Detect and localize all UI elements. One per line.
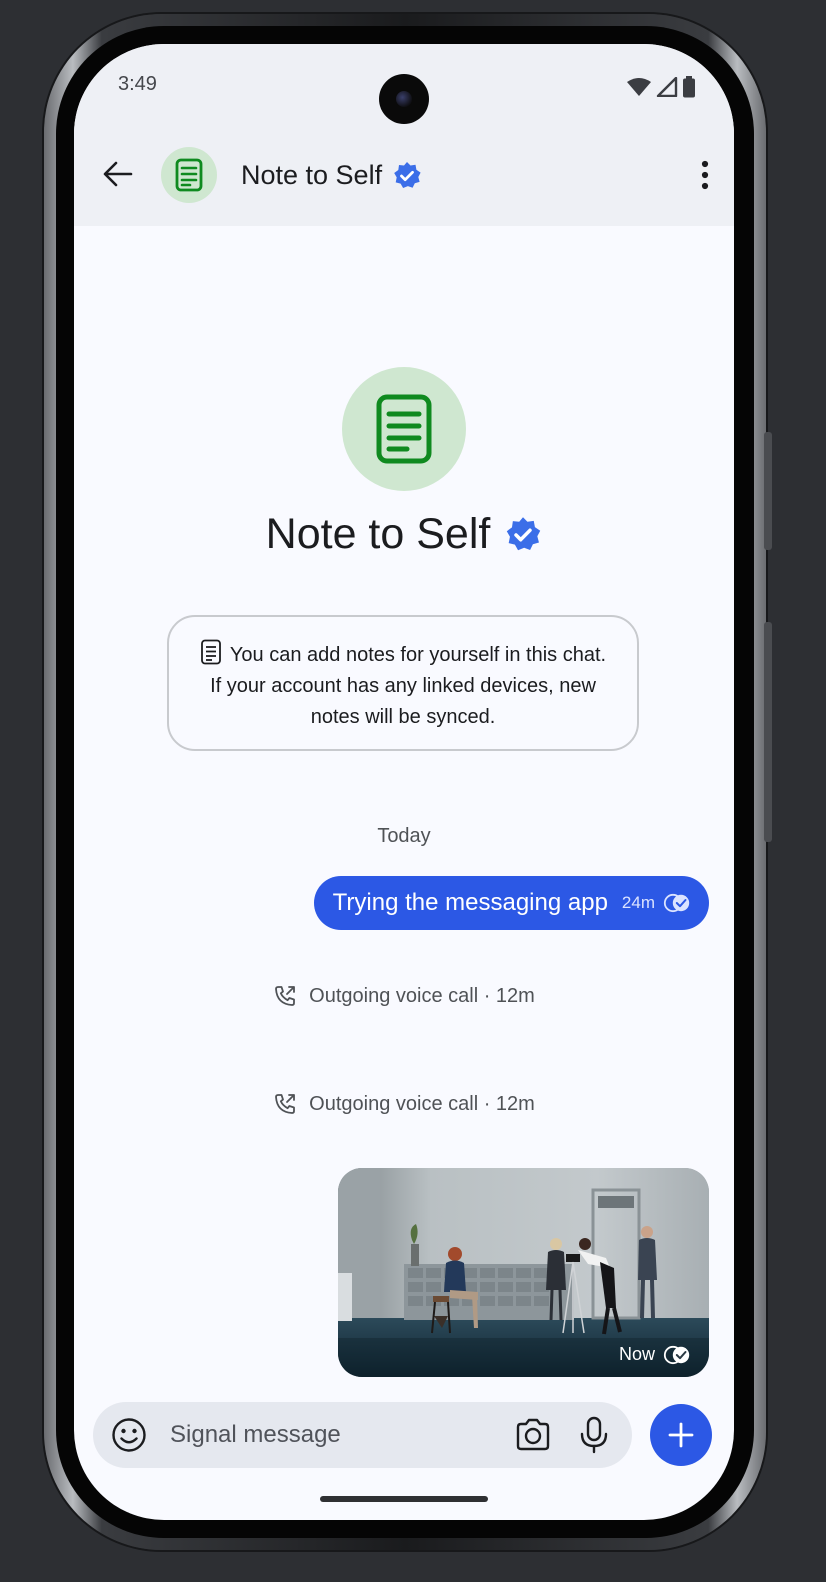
add-attachment-button[interactable] — [650, 1404, 712, 1466]
screen: 3:49 Note to Self Note to Self You can a… — [74, 44, 734, 1520]
delivered-receipt-icon — [663, 1345, 690, 1364]
outgoing-call-icon — [275, 986, 296, 1006]
microphone-icon — [580, 1416, 608, 1454]
wifi-icon — [627, 78, 651, 96]
battery-icon — [683, 76, 695, 98]
verified-badge-icon — [394, 161, 421, 188]
more-vertical-icon — [701, 160, 709, 190]
header: 3:49 Note to Self — [74, 44, 734, 226]
arrow-left-icon — [103, 161, 133, 187]
profile-name: Note to Self — [74, 510, 734, 559]
power-button — [764, 622, 772, 842]
delivered-receipt-icon — [663, 893, 691, 913]
profile-avatar — [342, 367, 466, 491]
status-time: 3:49 — [118, 73, 157, 95]
info-card-text: You can add notes for yourself in this c… — [210, 644, 607, 728]
home-indicator[interactable] — [320, 1496, 488, 1502]
call-event-text: Outgoing voice call · 12m — [309, 1092, 535, 1115]
chat-title[interactable]: Note to Self — [241, 160, 422, 191]
message-time: Now — [618, 1344, 655, 1364]
chat-avatar[interactable] — [161, 147, 217, 203]
note-icon — [175, 158, 203, 192]
outgoing-message[interactable]: Trying the messaging app 24m — [313, 876, 709, 930]
call-event-text: Outgoing voice call · 12m — [309, 984, 535, 1007]
message-text: Trying the messaging app — [332, 889, 608, 916]
outgoing-call-icon — [275, 1094, 296, 1114]
message-composer: Signal message — [93, 1402, 632, 1468]
call-event[interactable]: Outgoing voice call · 12m — [74, 984, 734, 1008]
chat-title-text: Note to Self — [241, 160, 383, 190]
image-message[interactable]: Now — [338, 1168, 709, 1377]
message-input[interactable]: Signal message — [170, 1421, 341, 1449]
cellular-signal-icon — [656, 77, 678, 97]
verified-badge-icon — [507, 516, 541, 550]
call-event[interactable]: Outgoing voice call · 12m — [74, 1092, 734, 1116]
plus-icon — [668, 1422, 694, 1448]
emoji-button[interactable] — [111, 1417, 147, 1453]
camera-button[interactable] — [514, 1417, 552, 1453]
camera-icon — [516, 1418, 550, 1451]
microphone-button[interactable] — [579, 1416, 609, 1454]
note-icon — [376, 394, 432, 464]
image-message-meta: Now — [619, 1344, 691, 1365]
more-options-button[interactable] — [688, 152, 722, 198]
note-to-self-info-card: You can add notes for yourself in this c… — [167, 615, 639, 751]
volume-button — [764, 432, 772, 550]
front-camera — [379, 74, 429, 124]
date-divider: Today — [377, 825, 431, 847]
message-time: 24m — [621, 893, 655, 912]
back-button[interactable] — [96, 152, 140, 196]
status-icons — [626, 76, 696, 98]
emoji-icon — [112, 1418, 146, 1452]
profile-name-text: Note to Self — [265, 510, 491, 558]
note-icon — [201, 639, 221, 665]
